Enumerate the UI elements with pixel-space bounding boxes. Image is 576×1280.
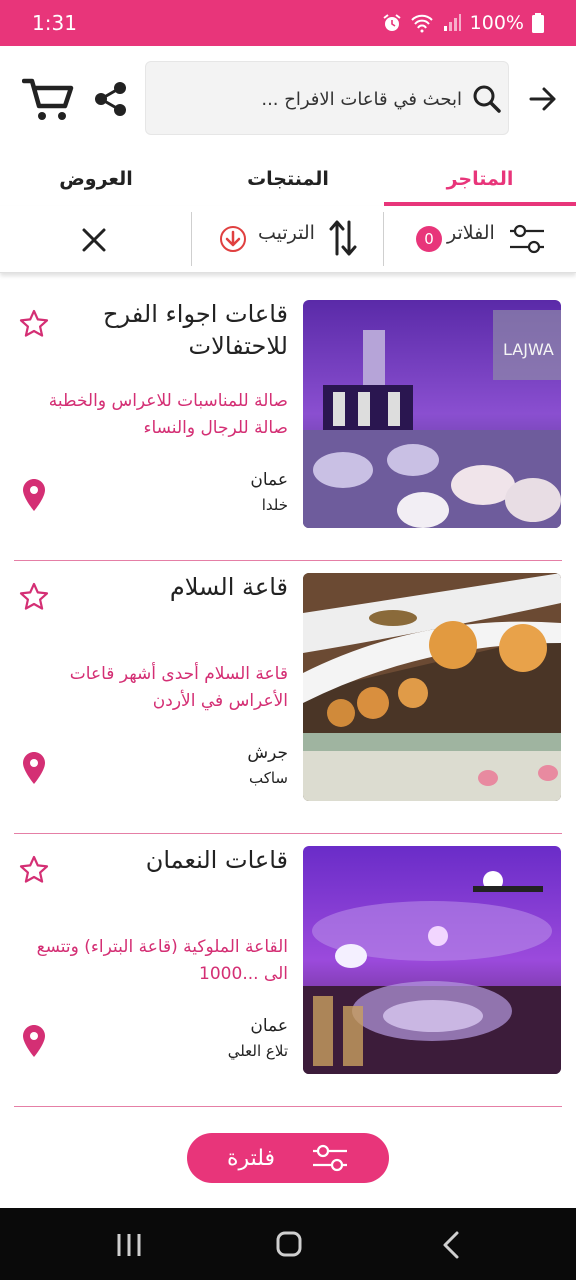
store-image <box>303 573 561 801</box>
store-description: قاعة السلام أحدى أشهر قاعات الأعراس في ا… <box>69 664 288 711</box>
filter-sort-bar: الترتيب الفلاتر <box>0 206 576 273</box>
svg-text:LAJWA: LAJWA <box>503 340 554 359</box>
store-city: جرش <box>247 743 288 763</box>
top-bar <box>0 46 576 152</box>
battery-percent: 100% <box>469 12 524 34</box>
filter-fab-button[interactable]: فلترة <box>187 1133 389 1183</box>
store-area: ساكب <box>248 769 288 787</box>
search-icon <box>473 85 501 113</box>
store-image: LAJWA <box>303 300 561 528</box>
location-pin-icon[interactable] <box>22 1024 46 1058</box>
battery-icon <box>532 13 544 33</box>
recent-apps-icon[interactable] <box>116 1232 142 1258</box>
sliders-icon <box>313 1144 348 1172</box>
close-icon[interactable] <box>78 224 110 256</box>
sliders-icon[interactable] <box>508 222 546 256</box>
store-title[interactable]: قاعات اجواء الفرح للاحتفالات <box>38 298 288 362</box>
store-card[interactable]: قاعات النعمان القاعة الملوكية (قاعة البت… <box>14 834 562 1107</box>
store-card[interactable]: قاعة السلام قاعة السلام أحدى أشهر قاعات … <box>14 561 562 834</box>
search-input[interactable] <box>160 62 464 136</box>
share-icon[interactable] <box>94 81 128 117</box>
store-city: عمان <box>250 470 288 490</box>
cart-icon[interactable] <box>22 76 74 122</box>
store-area: خلدا <box>261 496 288 514</box>
back-icon[interactable] <box>440 1230 462 1260</box>
filter-count-badge: 0 <box>416 226 442 252</box>
tab-shops[interactable]: المتاجر <box>384 152 576 206</box>
search-box[interactable] <box>145 61 509 136</box>
alarm-icon <box>383 14 401 31</box>
status-time: 1:31 <box>32 11 77 35</box>
store-area: تلاع العلي <box>227 1042 288 1060</box>
store-card[interactable]: LAJWA قاعات اجواء الفرح للاحتفالات صالة … <box>14 288 562 561</box>
store-description: صالة للمناسبات للاعراس والخطبة صالة للرج… <box>48 391 288 438</box>
sort-label[interactable]: الترتيب <box>258 222 315 244</box>
tab-products[interactable]: المنتجات <box>192 152 384 206</box>
wifi-icon <box>410 14 433 33</box>
filter-label[interactable]: الفلاتر <box>447 222 495 244</box>
filter-fab-label: فلترة <box>226 1145 276 1171</box>
store-title[interactable]: قاعات النعمان <box>38 844 288 876</box>
home-icon[interactable] <box>275 1230 303 1258</box>
store-image <box>303 846 561 1074</box>
system-nav-bar <box>0 1208 576 1280</box>
store-title[interactable]: قاعة السلام <box>38 571 288 603</box>
sort-icon[interactable] <box>328 218 358 258</box>
divider <box>191 212 192 266</box>
tab-bar: المتاجر المنتجات العروض <box>0 152 576 206</box>
arrow-right-icon[interactable] <box>528 84 558 114</box>
location-pin-icon[interactable] <box>22 478 46 512</box>
store-city: عمان <box>250 1016 288 1036</box>
status-icons: 100% <box>382 12 544 34</box>
location-pin-icon[interactable] <box>22 751 46 785</box>
arrow-down-circle-icon[interactable] <box>218 224 248 254</box>
divider <box>383 212 384 266</box>
store-description: القاعة الملوكية (قاعة البتراء) وتتسع الى… <box>36 937 288 984</box>
signal-icon <box>443 14 461 31</box>
status-bar: 1:31 100% <box>0 0 576 46</box>
tab-offers[interactable]: العروض <box>0 152 192 206</box>
